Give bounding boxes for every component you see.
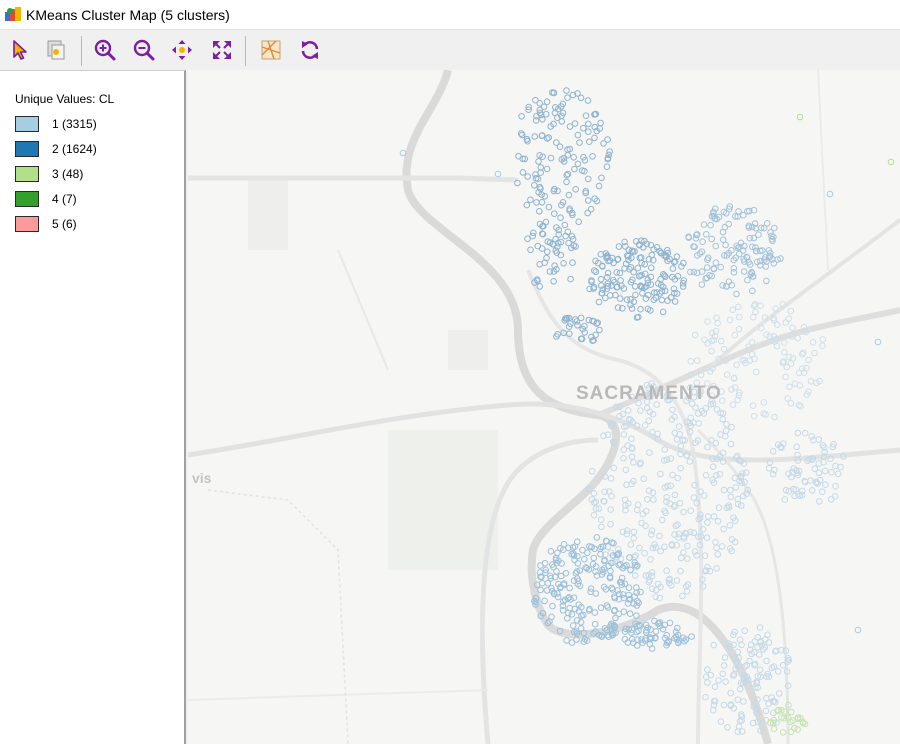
title-bar: KMeans Cluster Map (5 clusters)	[0, 0, 900, 30]
toolbar	[0, 30, 900, 70]
pan-arrows-icon	[172, 40, 192, 60]
full-extent-icon	[213, 41, 231, 59]
basemap-button[interactable]	[257, 36, 285, 64]
select-copy-icon	[47, 40, 65, 60]
refresh-button[interactable]	[296, 36, 324, 64]
legend-swatch	[15, 141, 39, 157]
zoom-out-icon	[133, 39, 155, 61]
legend-swatch	[15, 216, 39, 232]
map-canvas[interactable]: SACRAMENTO vis	[188, 70, 900, 744]
full-extent-button[interactable]	[208, 36, 236, 64]
legend-label: 5 (6)	[52, 217, 77, 231]
select-tool-button[interactable]	[6, 36, 34, 64]
legend-swatch	[15, 166, 39, 182]
toolbar-separator	[81, 36, 82, 66]
toolbar-separator	[245, 36, 246, 66]
basemap	[188, 70, 900, 744]
pan-button[interactable]	[168, 36, 196, 64]
legend-panel: Unique Values: CL 1 (3315) 2 (1624) 3 (4…	[0, 70, 186, 744]
refresh-icon	[301, 41, 319, 59]
legend-label: 2 (1624)	[52, 142, 97, 156]
legend-swatch	[15, 191, 39, 207]
legend-label: 4 (7)	[52, 192, 77, 206]
legend-label: 1 (3315)	[52, 117, 97, 131]
city-label: SACRAMENTO	[576, 383, 722, 404]
zoom-in-icon	[94, 39, 116, 61]
place-label: vis	[192, 470, 212, 486]
window-title: KMeans Cluster Map (5 clusters)	[26, 7, 230, 23]
basemap-icon	[261, 40, 281, 60]
zoom-in-button[interactable]	[91, 36, 119, 64]
app-icon	[5, 7, 21, 21]
legend-swatch	[15, 116, 39, 132]
selection-copy-button[interactable]	[42, 36, 70, 64]
pointer-arrow-icon	[13, 40, 27, 60]
legend-label: 3 (48)	[52, 167, 84, 181]
zoom-out-button[interactable]	[130, 36, 158, 64]
legend-title: Unique Values: CL	[15, 92, 115, 106]
